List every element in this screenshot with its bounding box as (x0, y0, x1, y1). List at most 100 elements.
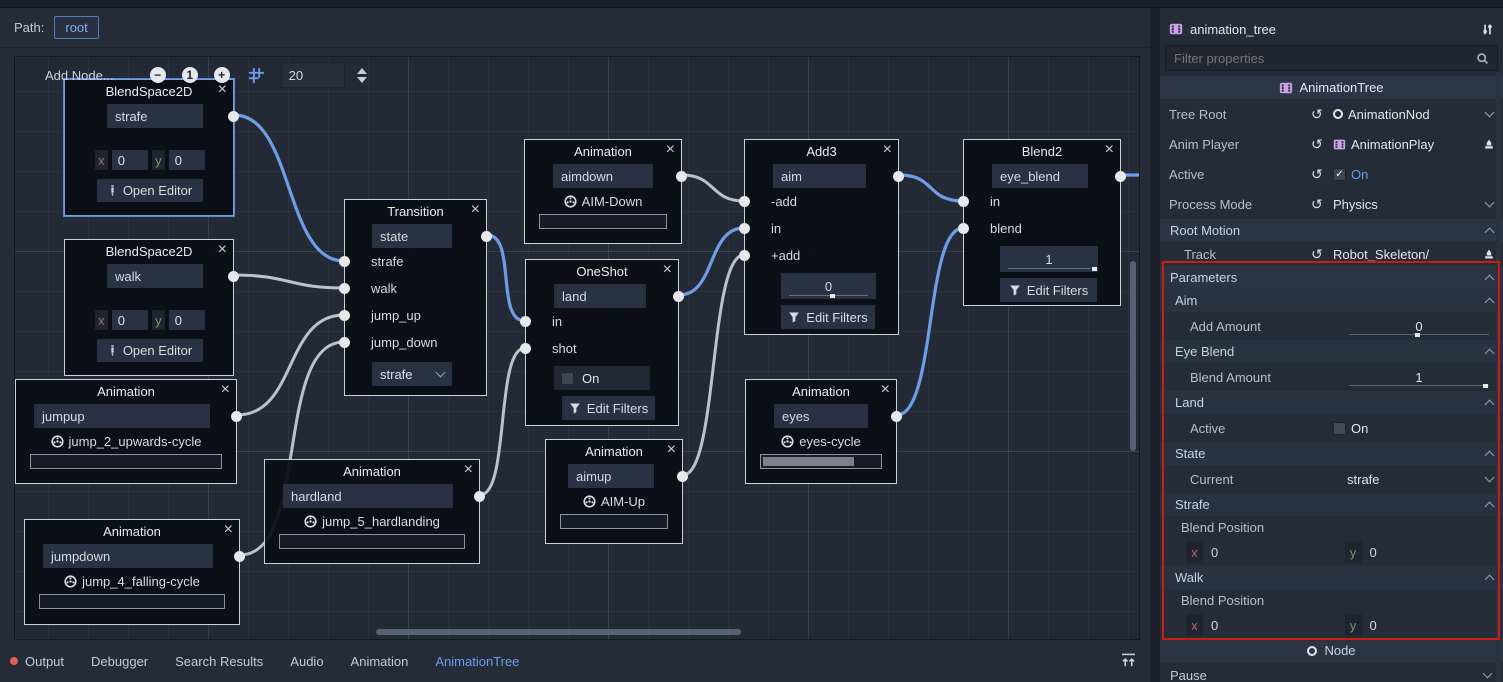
node-name-field[interactable]: aimup (568, 464, 654, 488)
checkbox-icon[interactable] (561, 372, 574, 385)
node-animation-aimup[interactable]: Animation× aimup AIM-Up (545, 439, 683, 544)
path-root-button[interactable]: root (54, 16, 98, 39)
node-name-field[interactable]: land (554, 284, 646, 308)
walk-y-field[interactable]: y0 (1345, 614, 1503, 636)
property-row-pause[interactable]: Pause (1160, 662, 1503, 682)
open-editor-button[interactable]: Open Editor (97, 339, 203, 362)
y-value-field[interactable]: 0 (169, 150, 205, 170)
blend-amount-slider[interactable]: 1 (1000, 246, 1098, 272)
input-port-jump-down[interactable] (339, 337, 350, 348)
zoom-out-button[interactable]: − (150, 67, 166, 83)
input-port-in[interactable] (958, 196, 969, 207)
oneshot-active-toggle[interactable]: On (554, 366, 650, 390)
animation-progress[interactable] (760, 454, 882, 469)
close-icon[interactable]: × (471, 200, 480, 220)
tab-audio[interactable]: Audio (290, 654, 323, 669)
transition-current-dropdown[interactable]: strafe (372, 362, 452, 386)
revert-icon[interactable]: ↺ (1311, 166, 1333, 183)
close-icon[interactable]: × (221, 380, 230, 400)
checkbox-checked-icon[interactable]: ✓ (1333, 168, 1346, 181)
node-name-field[interactable]: jumpup (34, 404, 210, 428)
blend-tree-graph[interactable]: Add Node... − 1 + BlendSpace2D× strafe x… (14, 56, 1140, 640)
output-port[interactable] (481, 231, 492, 242)
output-port[interactable] (228, 111, 239, 122)
strafe-x-field[interactable]: x0 (1186, 541, 1345, 563)
section-aim[interactable]: Aim (1160, 289, 1503, 312)
node-blendspace2d-strafe[interactable]: BlendSpace2D× strafe x 0 y 0 Open Editor (64, 79, 234, 216)
section-eye-blend[interactable]: Eye Blend (1160, 340, 1503, 363)
node-title[interactable]: Animation× (265, 460, 479, 482)
node-animation-jumpdown[interactable]: Animation× jumpdown jump_4_falling-cycle (24, 519, 240, 625)
add-node-button[interactable]: Add Node... (45, 68, 114, 83)
section-parameters[interactable]: Parameters (1160, 266, 1503, 289)
close-icon[interactable]: × (218, 240, 227, 260)
node-blend2-eye-blend[interactable]: Blend2× eye_blend in blend 1 Edit Filter… (963, 139, 1121, 306)
blend-amount-slider[interactable]: 1 (1349, 364, 1489, 390)
class-header-animationtree[interactable]: AnimationTree (1160, 76, 1503, 99)
checkbox-unchecked-icon[interactable] (1333, 422, 1346, 435)
expand-bottom-panel-icon[interactable] (1121, 653, 1136, 670)
panel-divider[interactable] (1150, 8, 1160, 682)
edit-filters-button[interactable]: Edit Filters (1000, 278, 1097, 302)
close-icon[interactable]: × (883, 140, 892, 160)
node-animation-eyes[interactable]: Animation× eyes eyes-cycle (745, 379, 897, 484)
output-port[interactable] (228, 271, 239, 282)
x-value-field[interactable]: 0 (112, 310, 148, 330)
node-add3-aim[interactable]: Add3× aim -add in +add 0 Edit Filters (744, 139, 899, 335)
node-blendspace2d-walk[interactable]: BlendSpace2D× walk x 0 y 0 Open Editor (64, 239, 234, 376)
walk-x-field[interactable]: x0 (1186, 614, 1345, 636)
node-title[interactable]: OneShot× (526, 260, 678, 282)
node-title[interactable]: Animation× (525, 140, 681, 162)
close-icon[interactable]: × (881, 380, 890, 400)
node-name-field[interactable]: eye_blend (992, 164, 1088, 188)
node-name-field[interactable]: jumpdown (43, 544, 213, 568)
close-icon[interactable]: × (663, 260, 672, 280)
node-name-field[interactable]: state (372, 224, 452, 248)
node-name-field[interactable]: eyes (774, 404, 868, 428)
snap-grid-icon[interactable] (248, 67, 265, 84)
anim-player-value[interactable]: AnimationPlay (1333, 137, 1503, 152)
tab-debugger[interactable]: Debugger (91, 654, 148, 669)
output-port[interactable] (891, 411, 902, 422)
input-port-strafe[interactable] (339, 256, 350, 267)
tree-root-value[interactable]: AnimationNod (1333, 107, 1503, 122)
filter-properties-input[interactable] (1174, 51, 1476, 66)
tab-animation[interactable]: Animation (351, 654, 409, 669)
node-name-field[interactable]: strafe (107, 104, 203, 128)
output-port[interactable] (677, 471, 688, 482)
assign-track-icon[interactable] (1483, 248, 1495, 260)
zoom-in-button[interactable]: + (214, 67, 230, 83)
input-port-jump-up[interactable] (339, 310, 350, 321)
land-active-checkbox[interactable]: On (1333, 421, 1503, 436)
close-icon[interactable]: × (464, 460, 473, 480)
node-title[interactable]: Blend2× (964, 140, 1120, 162)
node-title[interactable]: BlendSpace2D× (65, 80, 233, 102)
animation-progress[interactable] (279, 534, 465, 549)
add-amount-slider[interactable]: 0 (1349, 313, 1489, 339)
filter-properties-box[interactable] (1165, 45, 1498, 71)
node-name-field[interactable]: walk (107, 264, 203, 288)
input-port-shot[interactable] (520, 343, 531, 354)
edit-filters-button[interactable]: Edit Filters (562, 396, 655, 420)
node-transition-state[interactable]: Transition× state strafe walk jump_up ju… (344, 199, 487, 396)
output-port[interactable] (234, 551, 245, 562)
input-port-blend[interactable] (958, 223, 969, 234)
animation-progress[interactable] (39, 594, 225, 609)
x-value-field[interactable]: 0 (112, 150, 148, 170)
section-root-motion[interactable]: Root Motion (1160, 219, 1503, 242)
input-port-in[interactable] (739, 223, 750, 234)
input-port-plus-add[interactable] (739, 250, 750, 261)
active-checkbox[interactable]: ✓On (1333, 167, 1503, 182)
graph-horizontal-scrollbar[interactable] (376, 629, 741, 635)
section-walk[interactable]: Walk (1160, 566, 1503, 589)
inspector-scrollbar[interactable] (1496, 72, 1501, 682)
section-node[interactable]: Node (1160, 639, 1503, 662)
strafe-y-field[interactable]: y0 (1345, 541, 1503, 563)
node-animation-aimdown[interactable]: Animation× aimdown AIM-Down (524, 139, 682, 244)
node-animation-hardland[interactable]: Animation× hardland jump_5_hardlanding (264, 459, 480, 564)
node-title[interactable]: Animation× (16, 380, 236, 402)
animation-progress[interactable] (30, 454, 222, 469)
graph-vertical-scrollbar[interactable] (1130, 261, 1136, 451)
close-icon[interactable]: × (1105, 140, 1114, 160)
revert-icon[interactable]: ↺ (1311, 136, 1333, 153)
